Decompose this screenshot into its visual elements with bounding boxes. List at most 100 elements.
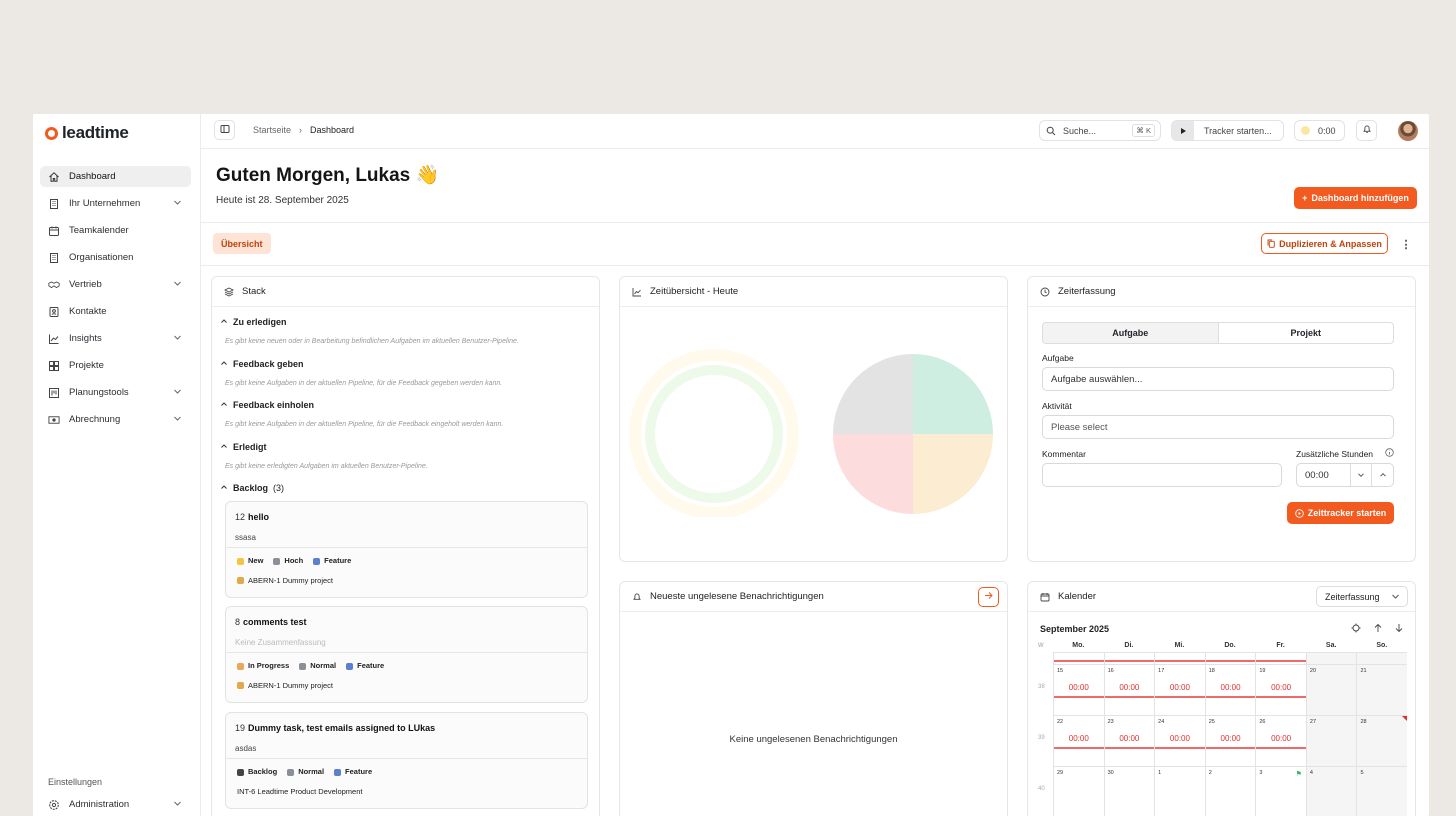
task-select[interactable]: Aufgabe auswählen...: [1042, 367, 1394, 391]
chevron-down-icon: [1391, 592, 1400, 603]
sidebar-toggle-button[interactable]: [214, 120, 235, 140]
week-number: 39: [1038, 735, 1045, 741]
target-icon[interactable]: [1351, 623, 1361, 636]
chevron-up-icon[interactable]: [1371, 464, 1393, 486]
weekday-label: Di.: [1124, 642, 1134, 649]
search-input[interactable]: Suche... ⌘ K: [1039, 120, 1161, 141]
task-status-tag: New: [237, 556, 263, 565]
arrow-up-icon[interactable]: [1373, 623, 1383, 636]
notifications-card: Neueste ungelesene Benachrichtigungen Ke…: [619, 581, 1008, 816]
calendar-day-cell[interactable]: 26 00:00: [1255, 716, 1306, 766]
sidebar-item-kontakte[interactable]: Kontakte: [40, 301, 191, 322]
task-card[interactable]: 8 comments test Keine Zusammenfassung In Pr…: [225, 606, 588, 703]
calendar-day-cell[interactable]: 27: [1305, 716, 1357, 766]
section-header[interactable]: Feedback einholen: [220, 400, 314, 410]
add-dashboard-button[interactable]: + Dashboard hinzufügen: [1294, 187, 1417, 209]
tab-overview[interactable]: Übersicht: [213, 233, 271, 254]
comment-field[interactable]: [1042, 463, 1282, 487]
chevron-down-icon[interactable]: [1349, 464, 1372, 486]
task-summary: asdas: [235, 744, 257, 753]
task-divider: [226, 758, 587, 759]
calendar-day-cell[interactable]: 30: [1103, 767, 1155, 816]
task-title[interactable]: 8 comments test: [235, 617, 307, 627]
section-header[interactable]: Feedback geben: [220, 359, 304, 369]
day-number: 4: [1309, 770, 1313, 776]
section-header[interactable]: Erledigt: [220, 442, 267, 452]
building-icon: [48, 252, 60, 264]
sidebar-item-teamkalender[interactable]: Teamkalender: [40, 220, 191, 241]
day-number: 2: [1208, 770, 1212, 776]
sidebar: leadtime Dashboard Ihr Unternehmen Teamkal…: [33, 114, 201, 816]
calendar-filter-select[interactable]: Zeiterfassung: [1316, 586, 1408, 607]
section-header[interactable]: Zu erledigen: [220, 317, 287, 327]
calendar-day-cell[interactable]: 18 00:00: [1204, 665, 1256, 715]
activity-select[interactable]: Please select: [1042, 415, 1394, 439]
calendar-day-cell[interactable]: 1: [1154, 767, 1205, 816]
calendar-day-cell[interactable]: 24 00:00: [1154, 716, 1205, 766]
task-priority-tag: Normal: [299, 661, 336, 670]
main-content: Guten Morgen, Lukas 👋 Heute ist 28. Sept…: [201, 149, 1429, 816]
sidebar-item-ihr-unternehmen[interactable]: Ihr Unternehmen: [40, 193, 191, 214]
calendar-day-cell[interactable]: 15 00:00: [1053, 665, 1104, 715]
task-title[interactable]: 19 Dummy task, test emails assigned to LU…: [235, 723, 435, 733]
task-tags: Backlog Normal Feature: [237, 767, 372, 776]
task-project[interactable]: ABERN-1 Dummy project: [237, 681, 333, 690]
more-options-icon[interactable]: ⋮: [1401, 237, 1412, 251]
sidebar-item-label: Abrechnung: [69, 414, 121, 425]
task-type-tag: Feature: [346, 661, 384, 670]
logo[interactable]: leadtime: [45, 123, 129, 143]
calendar-day-cell[interactable]: 4: [1305, 767, 1357, 816]
timer-display[interactable]: 0:00: [1294, 120, 1345, 141]
breadcrumb-home[interactable]: Startseite: [253, 125, 291, 135]
start-timetracker-button[interactable]: Zeittracker starten: [1287, 502, 1394, 524]
tracker-start-button[interactable]: Tracker starten...: [1171, 120, 1284, 141]
calendar-day-cell[interactable]: 23 00:00: [1103, 716, 1155, 766]
task-card[interactable]: 19 Dummy task, test emails assigned to LU…: [225, 712, 588, 809]
calendar-day-cell[interactable]: 25 00:00: [1204, 716, 1256, 766]
calendar-day-cell[interactable]: 29: [1053, 767, 1104, 816]
task-status-tag: Backlog: [237, 767, 277, 776]
calendar-day-cell[interactable]: 19 00:00: [1255, 665, 1306, 715]
time-bar: [1205, 696, 1256, 698]
tab-task[interactable]: Aufgabe: [1043, 323, 1219, 343]
notifications-button[interactable]: [1356, 120, 1377, 141]
info-icon[interactable]: [1385, 448, 1394, 460]
priority-icon: [287, 768, 295, 776]
sidebar-item-planungstools[interactable]: Planungstools: [40, 382, 191, 403]
prev-week-cell: [1154, 653, 1205, 664]
sidebar-item-vertrieb[interactable]: Vertrieb: [40, 274, 191, 295]
extra-hours-stepper[interactable]: 00:00: [1296, 463, 1394, 487]
section-backlog[interactable]: Backlog (3): [220, 483, 284, 493]
calendar-day-cell[interactable]: 21: [1356, 665, 1408, 715]
calendar-day-cell[interactable]: 3 ⚑: [1255, 767, 1306, 816]
calendar-day-cell[interactable]: 16 00:00: [1103, 665, 1155, 715]
calendar-day-cell[interactable]: 28: [1356, 716, 1408, 766]
stack-card-header: Stack: [212, 277, 599, 307]
avatar[interactable]: [1398, 121, 1418, 141]
task-title[interactable]: 12 hello: [235, 512, 269, 522]
tab-project[interactable]: Projekt: [1219, 323, 1394, 343]
extra-hours-value[interactable]: 00:00: [1297, 470, 1350, 481]
sidebar-item-administration[interactable]: Administration: [40, 794, 191, 816]
day-number: 29: [1057, 770, 1064, 776]
task-project[interactable]: ABERN-1 Dummy project: [237, 576, 333, 585]
calendar-day-cell[interactable]: 17 00:00: [1154, 665, 1205, 715]
duplicate-customize-button[interactable]: Duplizieren & Anpassen: [1261, 233, 1388, 254]
sidebar-item-label: Vertrieb: [69, 279, 102, 290]
sidebar-item-projekte[interactable]: Projekte: [40, 355, 191, 376]
sidebar-item-dashboard[interactable]: Dashboard: [40, 166, 191, 187]
sidebar-item-administration-row[interactable]: Administration: [40, 794, 191, 815]
sidebar-item-abrechnung[interactable]: Abrechnung: [40, 409, 191, 430]
calendar-day-cell[interactable]: 20: [1305, 665, 1357, 715]
calendar-day-cell[interactable]: 5: [1356, 767, 1408, 816]
sidebar-item-organisationen[interactable]: Organisationen: [40, 247, 191, 268]
open-notifications-button[interactable]: [978, 587, 999, 607]
sidebar-item-insights[interactable]: Insights: [40, 328, 191, 349]
calendar-day-cell[interactable]: 2: [1204, 767, 1256, 816]
task-project[interactable]: INT-6 Leadtime Product Development: [237, 787, 362, 796]
task-card[interactable]: 12 hello ssasa New Hoch Feature ABERN-1 Dummy …: [225, 501, 588, 598]
priority-text: Normal: [310, 661, 337, 670]
calendar-day-cell[interactable]: 22 00:00: [1053, 716, 1104, 766]
task-number: 8: [235, 617, 241, 627]
arrow-down-icon[interactable]: [1394, 623, 1404, 636]
